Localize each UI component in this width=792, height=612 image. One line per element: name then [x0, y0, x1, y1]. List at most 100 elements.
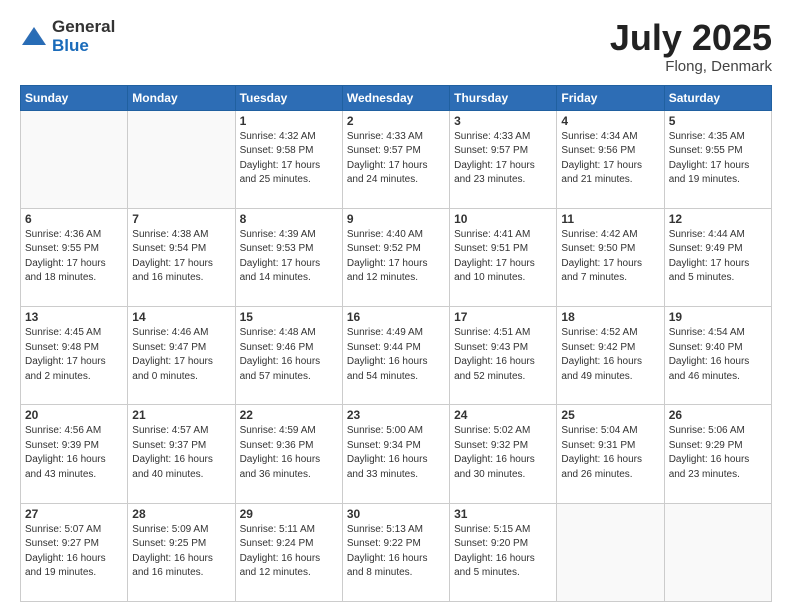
week-row-0: 1Sunrise: 4:32 AMSunset: 9:58 PMDaylight…	[21, 110, 772, 208]
location: Flong, Denmark	[610, 58, 772, 75]
calendar-cell: 12Sunrise: 4:44 AMSunset: 9:49 PMDayligh…	[664, 208, 771, 306]
day-detail: Sunrise: 4:54 AMSunset: 9:40 PMDaylight:…	[669, 326, 767, 384]
calendar-cell: 7Sunrise: 4:38 AMSunset: 9:54 PMDaylight…	[128, 208, 235, 306]
calendar-cell: 25Sunrise: 5:04 AMSunset: 9:31 PMDayligh…	[557, 405, 664, 503]
weekday-header-saturday: Saturday	[664, 85, 771, 110]
day-number: 4	[561, 114, 659, 128]
calendar-cell: 13 Sunrise: 4:45 AMSunset: 9:48 PMDayligh…	[21, 307, 128, 405]
weekday-header-sunday: Sunday	[21, 85, 128, 110]
day-number: 19	[669, 310, 767, 324]
day-number: 26	[669, 408, 767, 422]
calendar-cell: 29 Sunrise: 5:11 AMSunset: 9:24 PMDayligh…	[235, 503, 342, 601]
week-row-1: 6 Sunrise: 4:36 AMSunset: 9:55 PMDaylight…	[21, 208, 772, 306]
day-number: 16	[347, 310, 445, 324]
calendar-cell: 14 Sunrise: 4:46 AMSunset: 9:47 PMDayligh…	[128, 307, 235, 405]
calendar-cell: 31 Sunrise: 5:15 AMSunset: 9:20 PMDayligh…	[450, 503, 557, 601]
day-number: 31	[454, 507, 552, 521]
day-number: 14	[132, 310, 230, 324]
day-number: 30	[347, 507, 445, 521]
calendar-cell	[664, 503, 771, 601]
day-detail: Sunrise: 4:36 AMSunset: 9:55 PMDaylight:…	[25, 228, 123, 286]
day-detail: Sunrise: 4:38 AMSunset: 9:54 PMDaylight:…	[132, 228, 230, 286]
calendar-cell: 22 Sunrise: 4:59 AMSunset: 9:36 PMDayligh…	[235, 405, 342, 503]
day-number: 8	[240, 212, 338, 226]
week-row-4: 27 Sunrise: 5:07 AMSunset: 9:27 PMDayligh…	[21, 503, 772, 601]
day-number: 28	[132, 507, 230, 521]
day-number: 9	[347, 212, 445, 226]
day-detail: Sunrise: 4:35 AMSunset: 9:55 PMDaylight:…	[669, 130, 767, 188]
day-detail: Sunrise: 4:32 AMSunset: 9:58 PMDaylight:…	[240, 130, 338, 188]
header: General Blue July 2025 Flong, Denmark	[20, 18, 772, 75]
weekday-header-tuesday: Tuesday	[235, 85, 342, 110]
day-detail: Sunrise: 4:49 AMSunset: 9:44 PMDaylight:…	[347, 326, 445, 384]
day-detail: Sunrise: 5:02 AMSunset: 9:32 PMDaylight:…	[454, 424, 552, 482]
logo: General Blue	[20, 18, 115, 55]
day-number: 6	[25, 212, 123, 226]
day-number: 5	[669, 114, 767, 128]
weekday-header-wednesday: Wednesday	[342, 85, 449, 110]
calendar-cell: 1Sunrise: 4:32 AMSunset: 9:58 PMDaylight…	[235, 110, 342, 208]
calendar-cell: 16 Sunrise: 4:49 AMSunset: 9:44 PMDayligh…	[342, 307, 449, 405]
day-detail: Sunrise: 5:00 AMSunset: 9:34 PMDaylight:…	[347, 424, 445, 482]
calendar-cell	[557, 503, 664, 601]
day-detail: Sunrise: 4:57 AMSunset: 9:37 PMDaylight:…	[132, 424, 230, 482]
calendar-cell: 28 Sunrise: 5:09 AMSunset: 9:25 PMDayligh…	[128, 503, 235, 601]
day-detail: Sunrise: 4:33 AMSunset: 9:57 PMDaylight:…	[347, 130, 445, 188]
calendar-cell	[128, 110, 235, 208]
day-detail: Sunrise: 4:33 AMSunset: 9:57 PMDaylight:…	[454, 130, 552, 188]
day-number: 20	[25, 408, 123, 422]
day-detail: Sunrise: 4:40 AMSunset: 9:52 PMDaylight:…	[347, 228, 445, 286]
week-row-3: 20 Sunrise: 4:56 AMSunset: 9:39 PMDayligh…	[21, 405, 772, 503]
day-number: 29	[240, 507, 338, 521]
calendar-cell: 4 Sunrise: 4:34 AMSunset: 9:56 PMDaylight…	[557, 110, 664, 208]
calendar-cell: 19 Sunrise: 4:54 AMSunset: 9:40 PMDayligh…	[664, 307, 771, 405]
day-detail: Sunrise: 4:48 AMSunset: 9:46 PMDaylight:…	[240, 326, 338, 384]
day-detail: Sunrise: 5:13 AMSunset: 9:22 PMDaylight:…	[347, 523, 445, 581]
calendar-cell: 15 Sunrise: 4:48 AMSunset: 9:46 PMDayligh…	[235, 307, 342, 405]
day-number: 2	[347, 114, 445, 128]
day-number: 22	[240, 408, 338, 422]
title-block: July 2025 Flong, Denmark	[610, 18, 772, 75]
weekday-header-thursday: Thursday	[450, 85, 557, 110]
day-detail: Sunrise: 4:45 AMSunset: 9:48 PMDaylight:…	[25, 326, 123, 384]
calendar-cell: 3 Sunrise: 4:33 AMSunset: 9:57 PMDaylight…	[450, 110, 557, 208]
day-number: 10	[454, 212, 552, 226]
day-number: 13	[25, 310, 123, 324]
calendar-cell: 27 Sunrise: 5:07 AMSunset: 9:27 PMDayligh…	[21, 503, 128, 601]
day-detail: Sunrise: 5:07 AMSunset: 9:27 PMDaylight:…	[25, 523, 123, 581]
day-detail: Sunrise: 4:34 AMSunset: 9:56 PMDaylight:…	[561, 130, 659, 188]
weekday-header-friday: Friday	[557, 85, 664, 110]
day-detail: Sunrise: 5:06 AMSunset: 9:29 PMDaylight:…	[669, 424, 767, 482]
day-number: 12	[669, 212, 767, 226]
logo-blue: Blue	[52, 37, 115, 56]
day-detail: Sunrise: 4:52 AMSunset: 9:42 PMDaylight:…	[561, 326, 659, 384]
calendar-cell: 18Sunrise: 4:52 AMSunset: 9:42 PMDayligh…	[557, 307, 664, 405]
page: General Blue July 2025 Flong, Denmark Su…	[0, 0, 792, 612]
day-number: 21	[132, 408, 230, 422]
day-number: 15	[240, 310, 338, 324]
day-detail: Sunrise: 5:15 AMSunset: 9:20 PMDaylight:…	[454, 523, 552, 581]
calendar-cell	[21, 110, 128, 208]
day-number: 11	[561, 212, 659, 226]
logo-text: General Blue	[52, 18, 115, 55]
calendar-cell: 10 Sunrise: 4:41 AMSunset: 9:51 PMDayligh…	[450, 208, 557, 306]
calendar-cell: 20 Sunrise: 4:56 AMSunset: 9:39 PMDayligh…	[21, 405, 128, 503]
calendar-cell: 21 Sunrise: 4:57 AMSunset: 9:37 PMDayligh…	[128, 405, 235, 503]
calendar-cell: 2 Sunrise: 4:33 AMSunset: 9:57 PMDaylight…	[342, 110, 449, 208]
weekday-header-monday: Monday	[128, 85, 235, 110]
day-detail: Sunrise: 5:09 AMSunset: 9:25 PMDaylight:…	[132, 523, 230, 581]
calendar-cell: 30 Sunrise: 5:13 AMSunset: 9:22 PMDayligh…	[342, 503, 449, 601]
day-number: 24	[454, 408, 552, 422]
day-detail: Sunrise: 4:59 AMSunset: 9:36 PMDaylight:…	[240, 424, 338, 482]
day-number: 27	[25, 507, 123, 521]
day-detail: Sunrise: 4:46 AMSunset: 9:47 PMDaylight:…	[132, 326, 230, 384]
day-detail: Sunrise: 4:42 AMSunset: 9:50 PMDaylight:…	[561, 228, 659, 286]
day-detail: Sunrise: 4:41 AMSunset: 9:51 PMDaylight:…	[454, 228, 552, 286]
calendar-cell: 11 Sunrise: 4:42 AMSunset: 9:50 PMDayligh…	[557, 208, 664, 306]
day-detail: Sunrise: 4:56 AMSunset: 9:39 PMDaylight:…	[25, 424, 123, 482]
day-number: 17	[454, 310, 552, 324]
day-detail: Sunrise: 5:11 AMSunset: 9:24 PMDaylight:…	[240, 523, 338, 581]
day-number: 3	[454, 114, 552, 128]
logo-icon	[20, 23, 48, 51]
calendar-cell: 24 Sunrise: 5:02 AMSunset: 9:32 PMDayligh…	[450, 405, 557, 503]
